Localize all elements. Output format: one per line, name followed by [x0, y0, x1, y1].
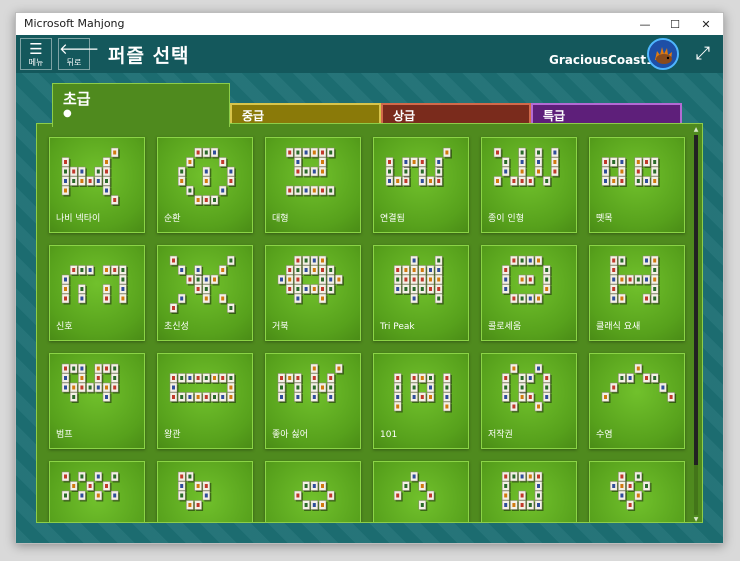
puzzle-card[interactable] — [481, 461, 577, 522]
puzzle-card[interactable] — [49, 461, 145, 522]
puzzle-card[interactable]: 저작권 — [481, 353, 577, 449]
tile-layout-icon — [294, 481, 336, 511]
puzzle-name: 초신성 — [164, 322, 189, 332]
puzzle-name: 거북 — [272, 322, 289, 332]
puzzle-name: 뗏목 — [596, 214, 613, 224]
tab-advanced-label: 상급 — [393, 109, 416, 123]
tile-layout-icon — [61, 265, 128, 305]
app-content: ☰ 메뉴 🡐 뒤로 퍼즐 선택 GraciousCoast15 ⤢ 초급 ● 중… — [16, 35, 723, 543]
tile-layout-icon — [169, 255, 236, 314]
hamburger-icon: ☰ — [29, 40, 43, 58]
menu-button[interactable]: ☰ 메뉴 — [20, 38, 52, 70]
puzzle-panel: 나비 넥타이 순환 대형 연결됨 종이 인형 뗏목신호 초신성 거북 Tri Peak 콜로세움 클… — [36, 123, 703, 523]
tab-intermediate-label: 중급 — [242, 109, 265, 123]
puzzle-card[interactable]: 101 — [373, 353, 469, 449]
puzzle-name: 신호 — [56, 322, 73, 332]
tile-layout-icon — [61, 147, 120, 206]
maximize-button[interactable]: ☐ — [661, 13, 689, 35]
tile-layout-icon — [501, 363, 552, 413]
puzzle-card[interactable]: Tri Peak — [373, 245, 469, 341]
scroll-up-icon[interactable]: ▲ — [693, 127, 699, 133]
window-title: Microsoft Mahjong — [24, 17, 125, 30]
scrollbar[interactable]: ▲ ▼ — [693, 127, 699, 523]
back-arrow-icon: 🡐 — [59, 40, 100, 58]
tile-layout-icon — [277, 255, 344, 305]
tile-layout-icon — [285, 147, 336, 197]
puzzle-card[interactable]: 콜로세움 — [481, 245, 577, 341]
puzzle-card[interactable]: 나비 넥타이 — [49, 137, 145, 233]
puzzle-name: 101 — [380, 430, 398, 440]
puzzle-card[interactable]: 순환 — [157, 137, 253, 233]
tile-layout-icon — [277, 363, 344, 403]
puzzle-card[interactable]: 클래식 요새 — [589, 245, 685, 341]
tab-beginner-dots: ● — [63, 108, 74, 119]
title-bar: Microsoft Mahjong — ☐ ✕ — [16, 13, 723, 35]
username: GraciousCoast15 — [549, 53, 663, 67]
tile-layout-icon — [493, 147, 560, 187]
tile-layout-icon — [393, 471, 436, 511]
top-bar: ☰ 메뉴 🡐 뒤로 퍼즐 선택 GraciousCoast15 ⤢ — [16, 35, 723, 73]
puzzle-card[interactable]: 거북 — [265, 245, 361, 341]
tile-layout-icon — [61, 363, 120, 403]
puzzle-name: 종이 인형 — [488, 214, 524, 224]
tile-layout-icon — [385, 147, 452, 187]
tile-layout-icon — [601, 363, 677, 403]
tile-layout-icon — [61, 471, 120, 502]
tile-layout-icon — [393, 255, 444, 305]
puzzle-card[interactable]: 좋아 싫어 — [265, 353, 361, 449]
puzzle-card[interactable]: 종이 인형 — [481, 137, 577, 233]
tab-expert-label: 특급 — [543, 109, 566, 123]
puzzle-card[interactable]: 초신성 — [157, 245, 253, 341]
close-button[interactable]: ✕ — [692, 13, 720, 35]
puzzle-card[interactable]: 연결됨 — [373, 137, 469, 233]
puzzle-card[interactable]: 뗏목 — [589, 137, 685, 233]
puzzle-name: 나비 넥타이 — [56, 214, 101, 224]
puzzle-name: 저작권 — [488, 430, 513, 440]
tile-layout-icon — [609, 471, 652, 511]
puzzle-card[interactable]: 범프 — [49, 353, 145, 449]
page-title: 퍼즐 선택 — [108, 45, 190, 67]
puzzle-name: Tri Peak — [380, 322, 415, 332]
puzzle-name: 순환 — [164, 214, 181, 224]
puzzle-name: 대형 — [272, 214, 289, 224]
tile-layout-icon — [177, 147, 236, 206]
scroll-thumb[interactable] — [694, 135, 698, 465]
puzzle-card[interactable] — [265, 461, 361, 522]
tab-beginner-label: 초급 — [63, 90, 91, 108]
back-button[interactable]: 🡐 뒤로 — [58, 38, 100, 70]
puzzle-card[interactable]: 수염 — [589, 353, 685, 449]
expand-icon[interactable]: ⤢ — [692, 43, 714, 65]
tile-layout-icon — [609, 255, 660, 305]
puzzle-name: 연결됨 — [380, 214, 405, 224]
tile-layout-icon — [393, 373, 452, 413]
puzzle-card[interactable]: 왕관 — [157, 353, 253, 449]
puzzle-card[interactable]: 대형 — [265, 137, 361, 233]
avatar[interactable] — [647, 38, 679, 70]
puzzle-name: 좋아 싫어 — [272, 430, 308, 440]
puzzle-card[interactable] — [373, 461, 469, 522]
tab-beginner[interactable]: 초급 ● — [52, 83, 230, 127]
tile-layout-icon — [177, 471, 212, 511]
puzzle-name: 클래식 요새 — [596, 322, 641, 332]
puzzle-name: 범프 — [56, 430, 73, 440]
puzzle-card[interactable] — [589, 461, 685, 522]
puzzle-name: 수염 — [596, 430, 613, 440]
puzzle-card[interactable]: 신호 — [49, 245, 145, 341]
scroll-down-icon[interactable]: ▼ — [693, 517, 699, 523]
tile-layout-icon — [601, 157, 660, 187]
back-label: 뒤로 — [66, 58, 82, 67]
minimize-button[interactable]: — — [631, 13, 659, 35]
puzzle-name: 콜로세움 — [488, 322, 522, 332]
tile-layout-icon — [169, 373, 236, 403]
menu-label: 메뉴 — [28, 58, 44, 67]
hedgehog-icon — [649, 40, 677, 68]
app-window: Microsoft Mahjong — ☐ ✕ ☰ 메뉴 🡐 뒤로 퍼즐 선택 … — [15, 12, 724, 544]
puzzle-name: 왕관 — [164, 430, 181, 440]
puzzle-card[interactable] — [157, 461, 253, 522]
tile-layout-icon — [501, 471, 544, 511]
tile-layout-icon — [501, 255, 552, 305]
